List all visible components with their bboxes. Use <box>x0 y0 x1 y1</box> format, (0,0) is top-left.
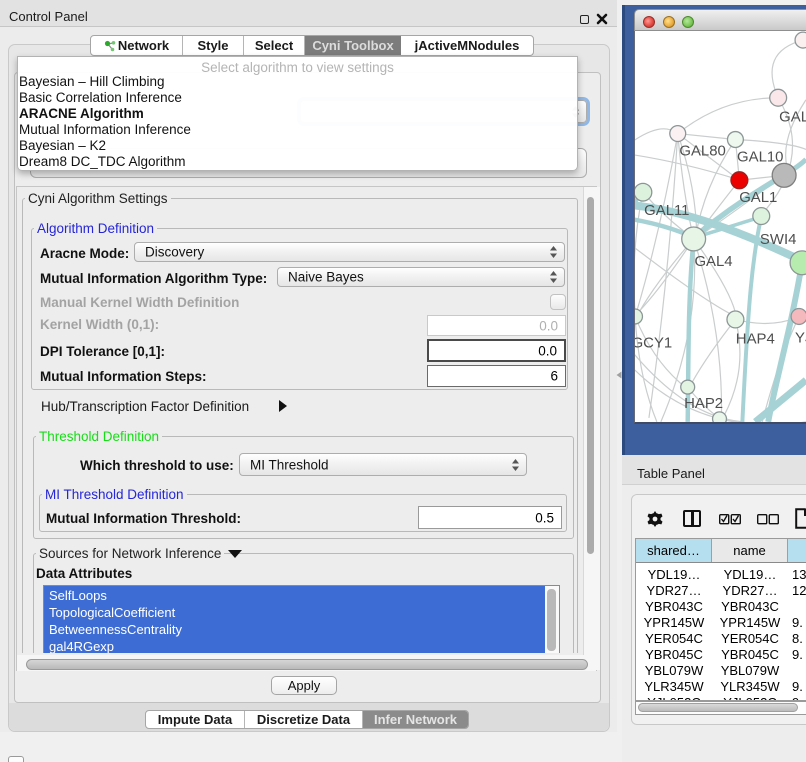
svg-text:GAL10: GAL10 <box>737 149 783 165</box>
svg-text:GAL4: GAL4 <box>694 254 732 270</box>
svg-text:GAL80: GAL80 <box>679 143 725 159</box>
svg-text:HAP4: HAP4 <box>736 331 775 347</box>
svg-text:GAL1: GAL1 <box>739 190 777 206</box>
svg-text:GAL11: GAL11 <box>644 203 689 219</box>
svg-text:YJL: YJL <box>795 330 806 346</box>
svg-text:GAL2: GAL2 <box>779 110 806 126</box>
svg-text:SWI4: SWI4 <box>760 232 796 248</box>
svg-text:GCY1: GCY1 <box>634 335 672 351</box>
svg-text:HAP2: HAP2 <box>684 396 723 412</box>
